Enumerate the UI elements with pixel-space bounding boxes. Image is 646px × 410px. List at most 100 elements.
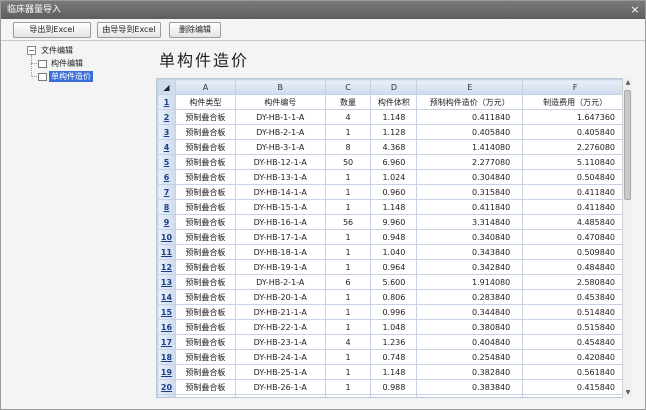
table-cell[interactable]: 预制叠合板	[174, 169, 236, 185]
table-cell[interactable]: 预制叠合板	[174, 349, 236, 365]
table-cell[interactable]: DY-HB-23-1-A	[234, 334, 326, 350]
table-cell[interactable]: 预制叠合板	[174, 304, 236, 320]
column-header[interactable]: C	[324, 79, 372, 95]
table-cell[interactable]: 1	[324, 199, 372, 215]
table-cell[interactable]: 预制叠合板	[174, 289, 236, 305]
table-cell[interactable]: DY-HB-15-1-A	[234, 199, 326, 215]
table-cell[interactable]: 1	[324, 379, 372, 395]
scroll-thumb[interactable]	[624, 90, 631, 200]
table-cell[interactable]: 56	[324, 214, 372, 230]
header-cell[interactable]: 构件编号	[234, 94, 326, 110]
table-cell[interactable]: 1	[324, 319, 372, 335]
table-cell[interactable]: DY-HB-24-1-A	[234, 349, 326, 365]
table-cell[interactable]: 预制叠合板	[174, 364, 236, 380]
table-cell[interactable]: 0.405840	[416, 124, 524, 140]
table-cell[interactable]: 0.453840	[522, 289, 628, 305]
table-cell[interactable]: 2.277080	[416, 154, 524, 170]
table-cell[interactable]: 1	[324, 229, 372, 245]
row-header[interactable]: 9	[157, 214, 176, 230]
table-cell[interactable]: 4.368	[370, 139, 418, 155]
table-cell[interactable]: 0.856	[370, 394, 418, 397]
table-cell[interactable]: 预制叠合板	[174, 394, 236, 397]
table-cell[interactable]: 9.960	[370, 214, 418, 230]
table-cell[interactable]: 预制叠合板	[174, 214, 236, 230]
scroll-down-icon[interactable]: ▼	[623, 388, 633, 398]
table-cell[interactable]: 0.514840	[522, 304, 628, 320]
table-cell[interactable]: 1.148	[370, 364, 418, 380]
row-header[interactable]: 10	[157, 229, 176, 245]
header-cell[interactable]: 构件类型	[174, 94, 236, 110]
table-cell[interactable]: 1	[324, 259, 372, 275]
table-cell[interactable]: 0.404840	[416, 334, 524, 350]
table-cell[interactable]: 0.342840	[416, 259, 524, 275]
row-header[interactable]: 15	[157, 304, 176, 320]
row-header[interactable]: 1	[157, 94, 176, 110]
table-cell[interactable]: DY-HB-19-1-A	[234, 259, 326, 275]
row-header[interactable]: 3	[157, 124, 176, 140]
row-header[interactable]: 4	[157, 139, 176, 155]
table-cell[interactable]: 0.806	[370, 289, 418, 305]
table-cell[interactable]: 1.048	[370, 319, 418, 335]
column-header[interactable]: D	[370, 79, 418, 95]
table-cell[interactable]: 预制叠合板	[174, 274, 236, 290]
table-cell[interactable]: 1.148	[370, 199, 418, 215]
table-cell[interactable]: DY-HB-13-1-A	[234, 169, 326, 185]
table-cell[interactable]: DY-HB-17-1-A	[234, 229, 326, 245]
delete-edit-button[interactable]: 删除编辑	[169, 22, 221, 38]
table-cell[interactable]: 0.509840	[522, 244, 628, 260]
table-cell[interactable]: 1	[324, 184, 372, 200]
table-cell[interactable]: 3.314840	[416, 214, 524, 230]
table-cell[interactable]: 1.236	[370, 334, 418, 350]
row-header[interactable]: 12	[157, 259, 176, 275]
table-cell[interactable]: 5.110840	[522, 154, 628, 170]
table-cell[interactable]: 0.964	[370, 259, 418, 275]
table-cell[interactable]: 0.470840	[522, 229, 628, 245]
table-cell[interactable]: 0.420840	[522, 349, 628, 365]
table-cell[interactable]: DY-HB-26-1-A	[234, 379, 326, 395]
tree-node-root[interactable]: − 文件编辑	[15, 45, 145, 56]
row-header[interactable]: 6	[157, 169, 176, 185]
table-cell[interactable]: 预制叠合板	[174, 334, 236, 350]
table-cell[interactable]: 预制叠合板	[174, 244, 236, 260]
table-cell[interactable]: DY-HB-14-1-A	[234, 184, 326, 200]
row-header[interactable]: 5	[157, 154, 176, 170]
spreadsheet-grid[interactable]: ◢ A B C D E F 1 构件类型 构件编号 数量 构件体积 预制构件造价（万元）制…	[156, 78, 629, 398]
table-cell[interactable]: 预制叠合板	[174, 139, 236, 155]
table-cell[interactable]: 1	[324, 304, 372, 320]
row-header[interactable]: 7	[157, 184, 176, 200]
table-cell[interactable]: 预制叠合板	[174, 259, 236, 275]
table-cell[interactable]: 1	[324, 349, 372, 365]
row-header[interactable]: 17	[157, 334, 176, 350]
table-cell[interactable]: 0.515840	[522, 319, 628, 335]
table-cell[interactable]: DY-HB-25-1-A	[234, 364, 326, 380]
table-cell[interactable]: 预制叠合板	[174, 319, 236, 335]
table-cell[interactable]: 1	[324, 289, 372, 305]
header-cell[interactable]: 预制构件造价（万元）	[416, 94, 524, 110]
table-cell[interactable]: DY-HB-3-1-A	[234, 139, 326, 155]
row-header[interactable]: 18	[157, 349, 176, 365]
table-cell[interactable]: 1	[324, 244, 372, 260]
column-header[interactable]: A	[174, 79, 236, 95]
column-header[interactable]: F	[522, 79, 628, 95]
table-cell[interactable]: 1	[324, 364, 372, 380]
table-cell[interactable]: 5.600	[370, 274, 418, 290]
column-header[interactable]: E	[416, 79, 524, 95]
table-cell[interactable]: 0.343840	[416, 244, 524, 260]
table-cell[interactable]: 1.128	[370, 124, 418, 140]
row-header[interactable]: 20	[157, 379, 176, 395]
column-header[interactable]: B	[234, 79, 326, 95]
table-cell[interactable]: 1	[324, 169, 372, 185]
table-cell[interactable]: 0.344840	[416, 304, 524, 320]
select-all-icon[interactable]: ◢	[157, 79, 176, 95]
vertical-scrollbar[interactable]: ▲ ▼	[622, 78, 632, 398]
table-cell[interactable]: 预制叠合板	[174, 109, 236, 125]
table-cell[interactable]: 1	[324, 124, 372, 140]
table-cell[interactable]: 0.988	[370, 379, 418, 395]
table-cell[interactable]: DY-HB-22-1-A	[234, 319, 326, 335]
table-cell[interactable]: 6.960	[370, 154, 418, 170]
table-cell[interactable]: 0.411840	[416, 199, 524, 215]
table-cell[interactable]: DY-HB-12-1-A	[234, 154, 326, 170]
table-cell[interactable]: 1.914080	[416, 274, 524, 290]
table-cell[interactable]: 0.283840	[416, 289, 524, 305]
table-cell[interactable]: 预制叠合板	[174, 199, 236, 215]
